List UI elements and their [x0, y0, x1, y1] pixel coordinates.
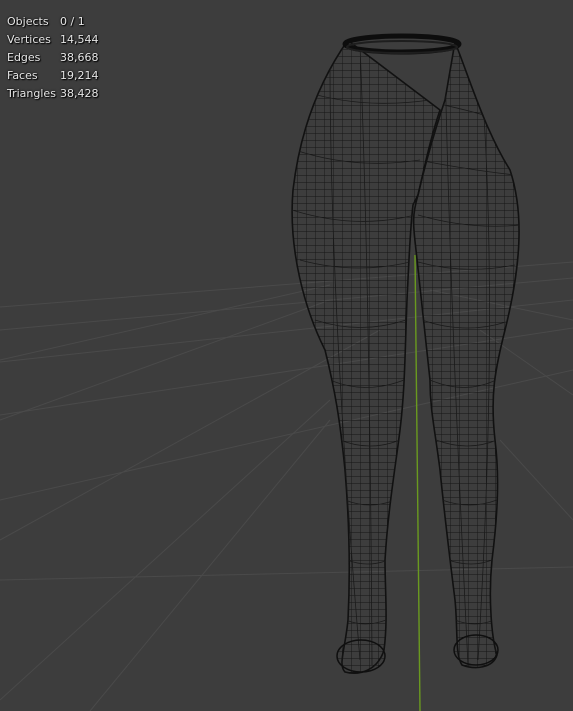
viewport-scene[interactable] — [0, 0, 573, 711]
stat-label: Edges — [7, 51, 41, 64]
stat-value: 19,214 — [60, 69, 99, 82]
stat-value: 38,668 — [60, 51, 99, 64]
stat-row-faces: Faces 19,214 — [7, 67, 99, 85]
stat-value: 38,428 — [60, 87, 99, 100]
stat-value: 0 / 1 — [60, 15, 85, 28]
stat-row-objects: Objects 0 / 1 — [7, 13, 99, 31]
wireframe-left-leg[interactable] — [291, 38, 441, 674]
stat-label: Triangles — [7, 87, 56, 100]
stat-value: 14,544 — [60, 33, 99, 46]
stat-label: Objects — [7, 15, 49, 28]
viewport-statistics-overlay: Objects 0 / 1 Vertices 14,544 Edges 38,6… — [7, 13, 99, 103]
right-foot-mesh — [453, 634, 499, 666]
stat-label: Vertices — [7, 33, 51, 46]
left-foot-mesh — [336, 639, 386, 673]
stat-row-edges: Edges 38,668 — [7, 49, 99, 67]
y-axis-line — [414, 254, 421, 711]
3d-viewport[interactable]: Objects 0 / 1 Vertices 14,544 Edges 38,6… — [0, 0, 573, 711]
stat-row-vertices: Vertices 14,544 — [7, 31, 99, 49]
stat-label: Faces — [7, 69, 38, 82]
waistband-ring — [342, 33, 462, 55]
stat-row-triangles: Triangles 38,428 — [7, 85, 99, 103]
